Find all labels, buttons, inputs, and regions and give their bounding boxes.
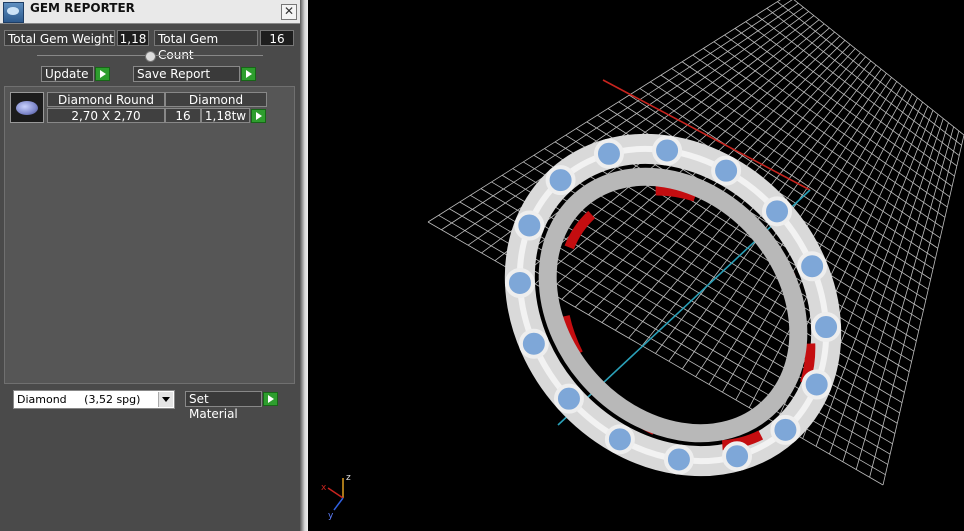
gem-stone [593,138,624,169]
gem-stone [663,444,694,475]
gem-stone [770,414,801,445]
gem-stone [504,267,535,298]
axis-y-label: y [328,511,334,521]
gem-stone [797,251,828,282]
gem-weight: 1,18tw [201,108,250,123]
set-material-button[interactable]: Set Material [185,391,262,421]
gem-stone [553,383,584,414]
update-button[interactable]: Update [41,66,94,82]
total-gem-count-label: Total Gem Count [154,30,258,62]
gem-stone [514,210,545,241]
gem-stone [722,441,753,472]
gem-stone [762,196,793,227]
save-report-go-icon[interactable] [241,67,256,81]
gem-list [4,86,295,384]
total-gem-weight-label: Total Gem Weight [4,30,115,46]
material-select[interactable]: Diamond (3,52 spg) [13,390,175,409]
gem-shape-header: Diamond Round [47,92,165,107]
total-gem-weight-value: 1,18 [117,30,149,46]
gem-stone [545,165,576,196]
total-gem-count-value: 16 [260,30,294,46]
set-material-go-icon[interactable] [263,392,278,406]
gem-reporter-app-icon [3,2,24,23]
round-diamond-icon [10,92,44,123]
save-report-button[interactable]: Save Report [133,66,240,82]
3d-viewport[interactable]: z x y [308,0,964,531]
ring-model [504,133,842,477]
gem-stone [711,155,742,186]
title-bar: GEM REPORTER ✕ [0,0,300,24]
material-name: Diamond [17,393,67,406]
gem-stone [811,312,842,343]
viewport-canvas: z x y [321,0,964,521]
gem-size: 2,70 X 2,70 [47,108,165,123]
gem-count: 16 [165,108,201,123]
window-title: GEM REPORTER [30,1,135,15]
panel-splitter-handle[interactable] [145,51,156,62]
gem-stone [801,369,832,400]
update-go-icon[interactable] [95,67,110,81]
material-gravity: (3,52 spg) [84,393,141,406]
ground-grid [427,0,964,486]
gem-stone [652,135,683,166]
panel-divider[interactable] [300,0,308,531]
gem-material-header: Diamond [165,92,267,107]
axis-x-label: x [321,483,327,493]
close-button[interactable]: ✕ [281,4,297,20]
gem-row-go-icon[interactable] [251,109,266,123]
gem-reporter-panel: GEM REPORTER ✕ Total Gem Weight 1,18 Tot… [0,0,300,531]
axis-z-label: z [346,473,351,483]
gem-stone [518,328,549,359]
chevron-down-icon[interactable] [158,392,173,407]
gem-stone [604,424,635,455]
axis-triad: z x y [321,473,351,521]
